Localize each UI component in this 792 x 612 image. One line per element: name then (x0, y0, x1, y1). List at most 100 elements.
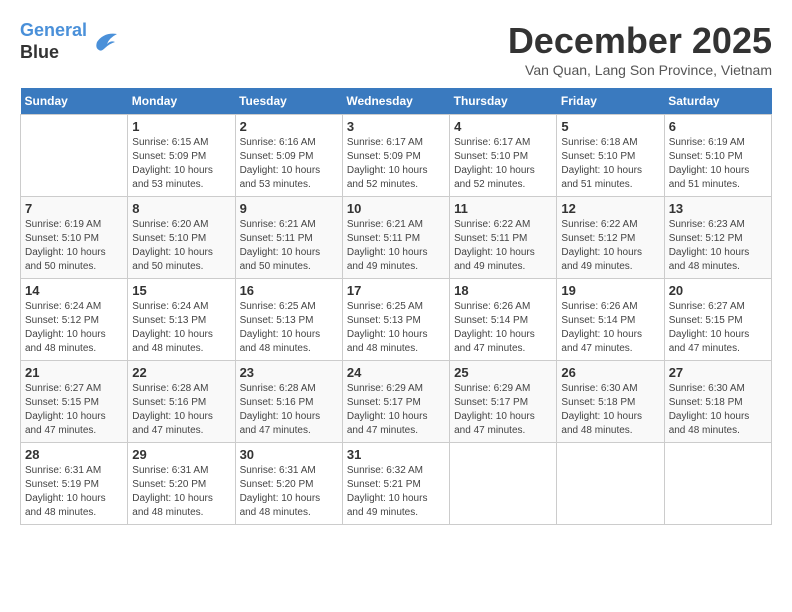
day-number: 9 (240, 201, 338, 216)
calendar-cell: 26Sunrise: 6:30 AM Sunset: 5:18 PM Dayli… (557, 361, 664, 443)
day-info: Sunrise: 6:24 AM Sunset: 5:13 PM Dayligh… (132, 300, 230, 356)
col-header-wednesday: Wednesday (342, 88, 449, 115)
calendar-cell: 5 Sunrise: 6:18 AM Sunset: 5:10 PM Daylig… (557, 115, 664, 197)
day-number: 26 (561, 365, 659, 380)
week-row-5: 28 Sunrise: 6:31 AM Sunset: 5:19 PM Dayli… (21, 443, 772, 525)
calendar-cell: 25Sunrise: 6:29 AM Sunset: 5:17 PM Dayli… (450, 361, 557, 443)
calendar-cell: 10Sunrise: 6:21 AM Sunset: 5:11 PM Dayli… (342, 197, 449, 279)
calendar-cell: 4Sunrise: 6:17 AM Sunset: 5:10 PM Daylig… (450, 115, 557, 197)
day-info: Sunrise: 6:31 AM Sunset: 5:20 PM Dayligh… (240, 464, 338, 520)
day-number: 17 (347, 283, 445, 298)
day-number: 20 (669, 283, 767, 298)
col-header-saturday: Saturday (664, 88, 771, 115)
logo-icon (89, 28, 119, 56)
day-number: 29 (132, 447, 230, 462)
day-number: 16 (240, 283, 338, 298)
day-number: 2 (240, 119, 338, 134)
day-info: Sunrise: 6:17 AM Sunset: 5:10 PM Dayligh… (454, 136, 552, 192)
day-info: Sunrise: 6:32 AM Sunset: 5:21 PM Dayligh… (347, 464, 445, 520)
calendar-cell: 19 Sunrise: 6:26 AM Sunset: 5:14 PM Dayli… (557, 279, 664, 361)
day-number: 11 (454, 201, 552, 216)
day-number: 7 (25, 201, 123, 216)
day-info: Sunrise: 6:29 AM Sunset: 5:17 PM Dayligh… (347, 382, 445, 438)
day-info: Sunrise: 6:17 AM Sunset: 5:09 PM Dayligh… (347, 136, 445, 192)
day-number: 24 (347, 365, 445, 380)
calendar-cell: 14 Sunrise: 6:24 AM Sunset: 5:12 PM Dayli… (21, 279, 128, 361)
calendar-table: SundayMondayTuesdayWednesdayThursdayFrid… (20, 88, 772, 525)
col-header-monday: Monday (128, 88, 235, 115)
calendar-cell: 3 Sunrise: 6:17 AM Sunset: 5:09 PM Daylig… (342, 115, 449, 197)
day-number: 18 (454, 283, 552, 298)
day-number: 23 (240, 365, 338, 380)
day-number: 8 (132, 201, 230, 216)
day-info: Sunrise: 6:29 AM Sunset: 5:17 PM Dayligh… (454, 382, 552, 438)
calendar-cell: 15 Sunrise: 6:24 AM Sunset: 5:13 PM Dayli… (128, 279, 235, 361)
day-number: 15 (132, 283, 230, 298)
calendar-cell: 9 Sunrise: 6:21 AM Sunset: 5:11 PM Daylig… (235, 197, 342, 279)
day-info: Sunrise: 6:25 AM Sunset: 5:13 PM Dayligh… (240, 300, 338, 356)
col-header-tuesday: Tuesday (235, 88, 342, 115)
col-header-sunday: Sunday (21, 88, 128, 115)
location: Van Quan, Lang Son Province, Vietnam (508, 62, 772, 78)
calendar-cell: 7Sunrise: 6:19 AM Sunset: 5:10 PM Daylig… (21, 197, 128, 279)
calendar-cell: 22 Sunrise: 6:28 AM Sunset: 5:16 PM Dayli… (128, 361, 235, 443)
calendar-cell: 30Sunrise: 6:31 AM Sunset: 5:20 PM Dayli… (235, 443, 342, 525)
calendar-cell: 24 Sunrise: 6:29 AM Sunset: 5:17 PM Dayli… (342, 361, 449, 443)
day-number: 6 (669, 119, 767, 134)
month-title: December 2025 (508, 20, 772, 62)
calendar-cell: 28 Sunrise: 6:31 AM Sunset: 5:19 PM Dayli… (21, 443, 128, 525)
day-number: 5 (561, 119, 659, 134)
day-number: 22 (132, 365, 230, 380)
week-row-3: 14 Sunrise: 6:24 AM Sunset: 5:12 PM Dayli… (21, 279, 772, 361)
col-header-friday: Friday (557, 88, 664, 115)
calendar-cell: 13Sunrise: 6:23 AM Sunset: 5:12 PM Dayli… (664, 197, 771, 279)
calendar-cell: 21 Sunrise: 6:27 AM Sunset: 5:15 PM Dayli… (21, 361, 128, 443)
day-info: Sunrise: 6:19 AM Sunset: 5:10 PM Dayligh… (669, 136, 767, 192)
day-info: Sunrise: 6:28 AM Sunset: 5:16 PM Dayligh… (240, 382, 338, 438)
calendar-cell: 12 Sunrise: 6:22 AM Sunset: 5:12 PM Dayli… (557, 197, 664, 279)
calendar-cell: 16 Sunrise: 6:25 AM Sunset: 5:13 PM Dayli… (235, 279, 342, 361)
logo: GeneralBlue (20, 20, 119, 63)
day-info: Sunrise: 6:21 AM Sunset: 5:11 PM Dayligh… (240, 218, 338, 274)
day-info: Sunrise: 6:22 AM Sunset: 5:12 PM Dayligh… (561, 218, 659, 274)
day-info: Sunrise: 6:25 AM Sunset: 5:13 PM Dayligh… (347, 300, 445, 356)
calendar-cell: 20 Sunrise: 6:27 AM Sunset: 5:15 PM Dayli… (664, 279, 771, 361)
day-info: Sunrise: 6:26 AM Sunset: 5:14 PM Dayligh… (454, 300, 552, 356)
day-number: 31 (347, 447, 445, 462)
calendar-cell (450, 443, 557, 525)
calendar-cell: 18 Sunrise: 6:26 AM Sunset: 5:14 PM Dayli… (450, 279, 557, 361)
day-number: 3 (347, 119, 445, 134)
day-info: Sunrise: 6:28 AM Sunset: 5:16 PM Dayligh… (132, 382, 230, 438)
day-info: Sunrise: 6:31 AM Sunset: 5:19 PM Dayligh… (25, 464, 123, 520)
logo-text: GeneralBlue (20, 20, 87, 63)
calendar-cell (557, 443, 664, 525)
day-number: 28 (25, 447, 123, 462)
day-info: Sunrise: 6:18 AM Sunset: 5:10 PM Dayligh… (561, 136, 659, 192)
day-info: Sunrise: 6:16 AM Sunset: 5:09 PM Dayligh… (240, 136, 338, 192)
day-number: 14 (25, 283, 123, 298)
day-info: Sunrise: 6:15 AM Sunset: 5:09 PM Dayligh… (132, 136, 230, 192)
calendar-cell (664, 443, 771, 525)
day-number: 21 (25, 365, 123, 380)
day-number: 12 (561, 201, 659, 216)
day-info: Sunrise: 6:30 AM Sunset: 5:18 PM Dayligh… (669, 382, 767, 438)
day-number: 19 (561, 283, 659, 298)
day-info: Sunrise: 6:27 AM Sunset: 5:15 PM Dayligh… (25, 382, 123, 438)
title-block: December 2025 Van Quan, Lang Son Provinc… (508, 20, 772, 78)
day-number: 13 (669, 201, 767, 216)
calendar-cell: 8 Sunrise: 6:20 AM Sunset: 5:10 PM Daylig… (128, 197, 235, 279)
day-info: Sunrise: 6:26 AM Sunset: 5:14 PM Dayligh… (561, 300, 659, 356)
day-info: Sunrise: 6:27 AM Sunset: 5:15 PM Dayligh… (669, 300, 767, 356)
week-row-1: 1 Sunrise: 6:15 AM Sunset: 5:09 PM Daylig… (21, 115, 772, 197)
day-info: Sunrise: 6:24 AM Sunset: 5:12 PM Dayligh… (25, 300, 123, 356)
day-number: 27 (669, 365, 767, 380)
calendar-cell: 23 Sunrise: 6:28 AM Sunset: 5:16 PM Dayli… (235, 361, 342, 443)
calendar-cell: 2 Sunrise: 6:16 AM Sunset: 5:09 PM Daylig… (235, 115, 342, 197)
calendar-header-row: SundayMondayTuesdayWednesdayThursdayFrid… (21, 88, 772, 115)
day-number: 10 (347, 201, 445, 216)
day-number: 1 (132, 119, 230, 134)
calendar-cell: 31 Sunrise: 6:32 AM Sunset: 5:21 PM Dayli… (342, 443, 449, 525)
calendar-cell: 17 Sunrise: 6:25 AM Sunset: 5:13 PM Dayli… (342, 279, 449, 361)
day-info: Sunrise: 6:31 AM Sunset: 5:20 PM Dayligh… (132, 464, 230, 520)
day-info: Sunrise: 6:20 AM Sunset: 5:10 PM Dayligh… (132, 218, 230, 274)
